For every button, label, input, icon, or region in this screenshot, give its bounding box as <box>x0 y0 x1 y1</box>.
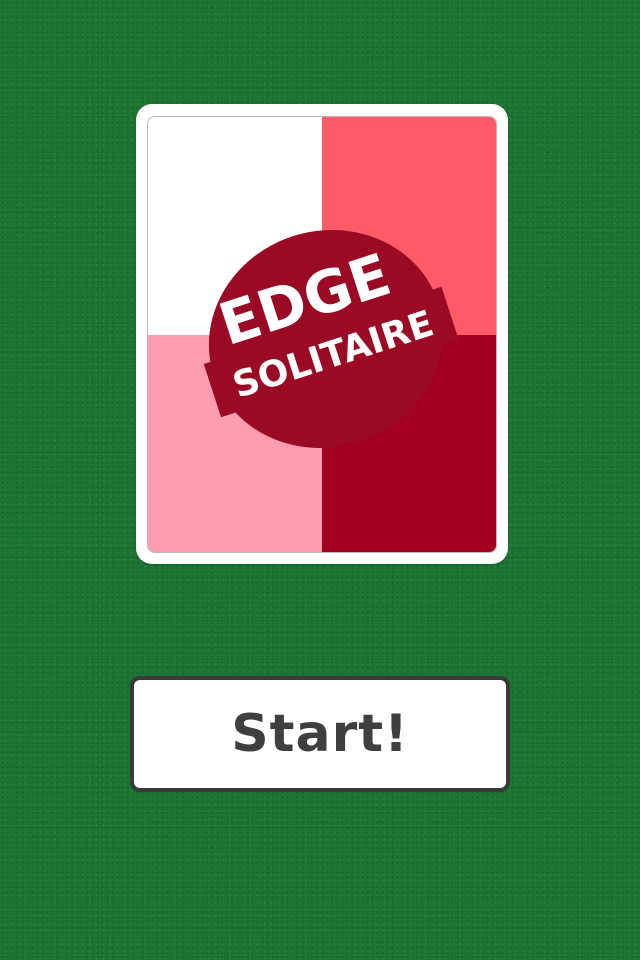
start-button-label: Start! <box>231 704 409 764</box>
edge-solitaire-logo: EDGE SOLITAIRE <box>203 230 459 448</box>
card-back-logo: EDGE SOLITAIRE <box>136 104 508 564</box>
card-face: EDGE SOLITAIRE <box>147 116 497 553</box>
start-button[interactable]: Start! <box>130 676 510 792</box>
